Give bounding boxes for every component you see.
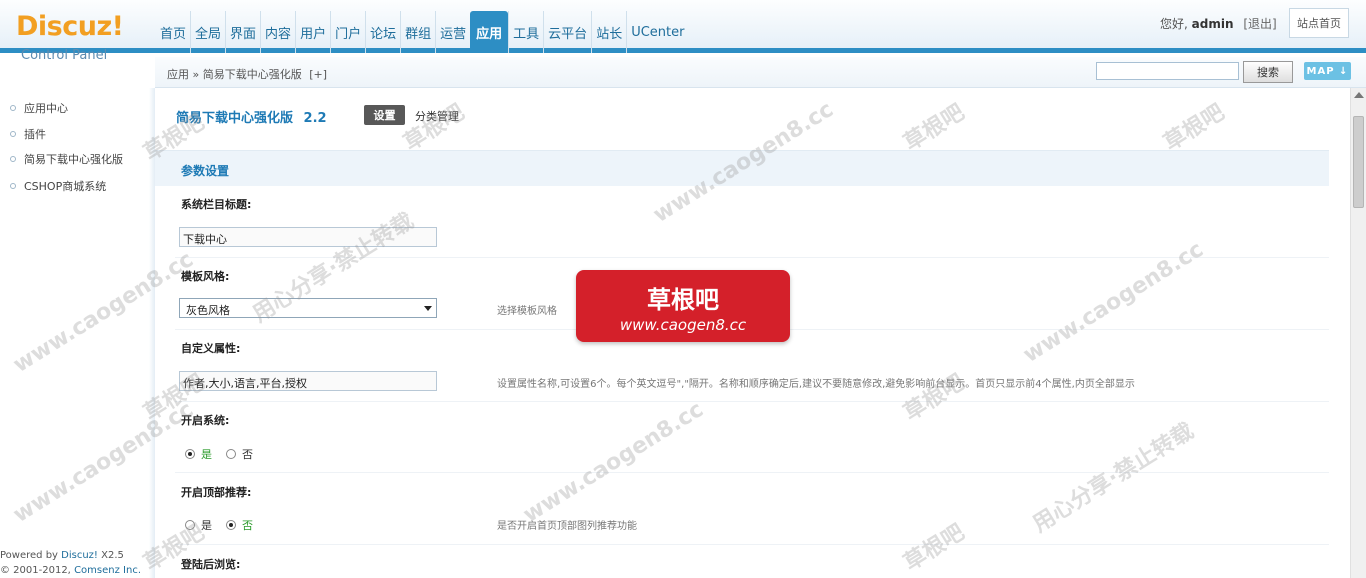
user-name: admin xyxy=(1191,17,1234,31)
nav-style[interactable]: 界面 xyxy=(225,11,260,53)
section-header: 参数设置 xyxy=(155,150,1329,186)
top-no-radio[interactable] xyxy=(226,520,236,530)
search-button[interactable]: 搜索 xyxy=(1243,61,1293,83)
enable-label: 开启系统: xyxy=(181,414,230,427)
row-divider xyxy=(175,472,1329,473)
plugin-name: 简易下载中心强化版 xyxy=(176,111,294,126)
bullet-icon xyxy=(10,131,16,137)
breadcrumb-separator: » xyxy=(192,68,200,81)
row-divider xyxy=(175,401,1329,402)
tab-category-manage[interactable]: 分类管理 xyxy=(415,108,459,124)
nav-group[interactable]: 群组 xyxy=(400,11,435,53)
sidebar-item-label: 插件 xyxy=(24,128,46,141)
nav-portal[interactable]: 门户 xyxy=(330,11,365,53)
powered-text: Powered by xyxy=(0,550,58,561)
top-recommend-radio-group: 是 否 xyxy=(185,517,267,533)
vertical-scrollbar[interactable] xyxy=(1350,88,1366,578)
sidebar-item-download-center[interactable]: 简易下载中心强化版 xyxy=(10,150,123,168)
breadcrumb: 应用 » 简易下载中心强化版 [+] xyxy=(167,66,327,82)
copyright-text: © 2001-2012, xyxy=(0,565,71,576)
breadcrumb-current: 简易下载中心强化版 xyxy=(202,68,302,81)
nav-tools[interactable]: 工具 xyxy=(508,11,543,53)
style-hint: 选择模板风格 xyxy=(497,306,557,317)
top-recommend-label: 开启顶部推荐: xyxy=(181,486,252,499)
attributes-input[interactable]: 作者,大小,语言,平台,授权 xyxy=(179,371,437,391)
badge-title: 草根吧 xyxy=(647,286,719,314)
bullet-icon xyxy=(10,105,16,111)
nav-forum[interactable]: 论坛 xyxy=(365,11,400,53)
title-label: 系统栏目标题: xyxy=(181,198,252,211)
comsenz-link[interactable]: Comsenz Inc. xyxy=(74,565,141,576)
sidebar-item-label: 简易下载中心强化版 xyxy=(24,153,123,166)
sidebar-item-label: 应用中心 xyxy=(24,102,68,115)
search-input[interactable] xyxy=(1096,62,1239,80)
bullet-icon xyxy=(10,183,16,189)
chevron-down-icon xyxy=(424,306,432,311)
section-title: 参数设置 xyxy=(181,164,230,178)
attributes-label: 自定义属性: xyxy=(181,342,241,355)
badge-url: www.caogen8.cc xyxy=(619,316,747,334)
discuz-link[interactable]: Discuz! xyxy=(61,550,98,561)
top-no-label[interactable]: 否 xyxy=(242,517,253,533)
main-nav: 首页 全局 界面 内容 用户 门户 论坛 群组 运营 应用 工具 云平台 站长 … xyxy=(156,11,688,53)
style-label: 模板风格: xyxy=(181,270,230,283)
nav-user[interactable]: 用户 xyxy=(295,11,330,53)
top-yes-label[interactable]: 是 xyxy=(201,517,212,533)
add-favorite-link[interactable]: [+] xyxy=(309,68,327,81)
login-browse-label: 登陆后浏览: xyxy=(181,558,241,571)
top-yes-radio[interactable] xyxy=(185,520,195,530)
powered-by: Powered by Discuz! X2.5 © 2001-2012, Com… xyxy=(0,548,141,578)
user-info: 您好, admin [退出] xyxy=(1160,15,1277,32)
top-recommend-hint: 是否开启首页顶部图列推荐功能 xyxy=(497,521,637,532)
sidebar-item-plugins[interactable]: 插件 xyxy=(10,125,46,143)
row-divider xyxy=(175,257,1329,258)
enable-no-label[interactable]: 否 xyxy=(242,446,253,462)
user-greeting: 您好, xyxy=(1160,17,1188,31)
nav-cloud[interactable]: 云平台 xyxy=(543,11,591,53)
nav-home[interactable]: 首页 xyxy=(156,11,190,53)
logo-subtitle: Control Panel xyxy=(21,48,108,63)
enable-no-radio[interactable] xyxy=(226,449,236,459)
title-input[interactable]: 下载中心 xyxy=(179,227,437,247)
attributes-hint: 设置属性名称,可设置6个。每个英文逗号","隔开。名称和顺序确定后,建议不要随意… xyxy=(497,379,1135,390)
nav-plugin[interactable]: 应用 xyxy=(470,11,509,53)
nav-ucenter[interactable]: UCenter xyxy=(626,11,688,53)
map-button[interactable]: MAP ↓ xyxy=(1304,62,1351,80)
nav-global[interactable]: 全局 xyxy=(190,11,225,53)
sidebar-item-app-center[interactable]: 应用中心 xyxy=(10,99,68,117)
logout-link[interactable]: [退出] xyxy=(1243,17,1276,31)
style-select-value: 灰色风格 xyxy=(186,304,230,317)
tab-settings[interactable]: 设置 xyxy=(364,105,405,125)
enable-yes-label[interactable]: 是 xyxy=(201,446,212,462)
bullet-icon xyxy=(10,156,16,162)
enable-radio-group: 是 否 xyxy=(185,446,267,462)
breadcrumb-root[interactable]: 应用 xyxy=(167,68,189,81)
style-select[interactable]: 灰色风格 xyxy=(179,298,437,318)
row-divider xyxy=(175,544,1329,545)
sidebar-item-label: CSHOP商城系统 xyxy=(24,180,107,193)
nav-founder[interactable]: 站长 xyxy=(591,11,626,53)
version-text: X2.5 xyxy=(101,550,124,561)
top-header: Discuz! Control Panel 首页 全局 界面 内容 用户 门户 … xyxy=(0,0,1366,63)
watermark-badge: 草根吧 www.caogen8.cc xyxy=(576,270,790,342)
site-home-button[interactable]: 站点首页 xyxy=(1289,8,1349,38)
breadcrumb-bar: 应用 » 简易下载中心强化版 [+] 搜索 MAP ↓ xyxy=(155,57,1366,88)
nav-extended[interactable]: 运营 xyxy=(435,11,470,53)
sidebar-item-cshop[interactable]: CSHOP商城系统 xyxy=(10,177,106,195)
scroll-up-icon[interactable] xyxy=(1354,92,1364,98)
plugin-version: 2.2 xyxy=(303,111,327,126)
nav-content[interactable]: 内容 xyxy=(260,11,295,53)
discuz-logo[interactable]: Discuz! Control Panel xyxy=(16,12,146,66)
logo-brand: Discuz! xyxy=(16,11,124,42)
plugin-title: 简易下载中心强化版 2.2 xyxy=(176,107,327,126)
enable-yes-radio[interactable] xyxy=(185,449,195,459)
scroll-thumb[interactable] xyxy=(1353,116,1364,208)
left-sidebar: 应用中心 插件 简易下载中心强化版 CSHOP商城系统 Powered by D… xyxy=(0,88,155,578)
